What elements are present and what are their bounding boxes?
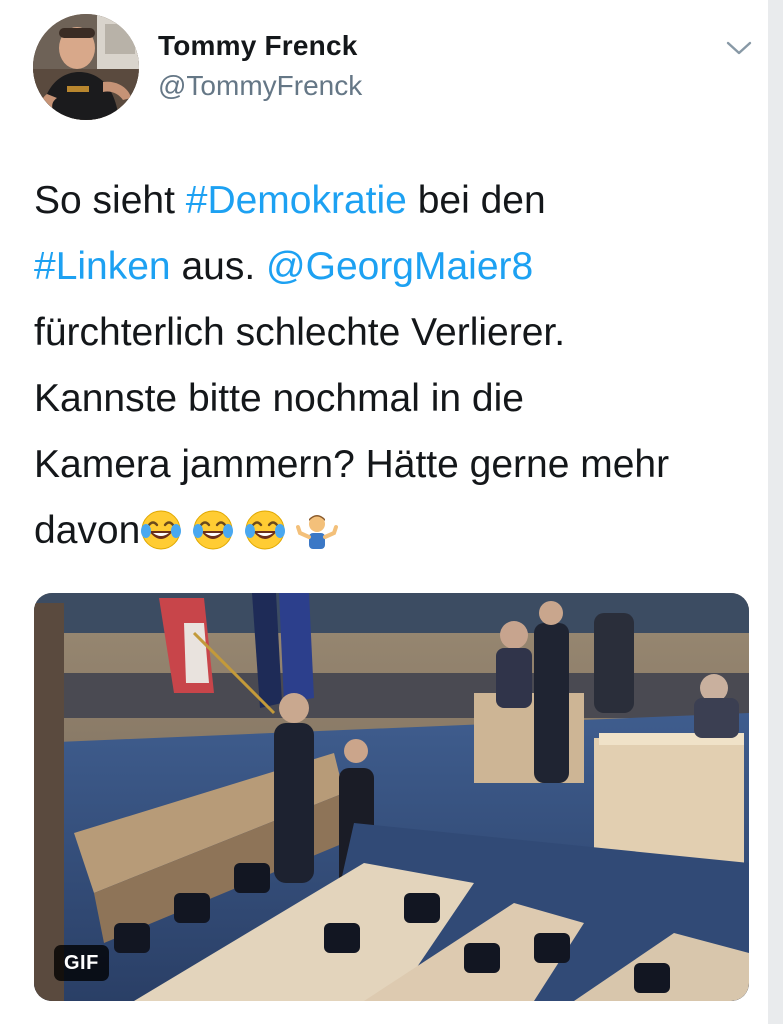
mention-link[interactable]: @GeorgMaier8 [266, 245, 533, 288]
author-name[interactable]: Tommy Frenck [158, 30, 358, 62]
hashtag-link[interactable]: #Demokratie [186, 179, 407, 222]
face-with-tears-of-joy-icon [244, 506, 286, 550]
tweet-text-segment: davon [34, 509, 141, 552]
face-with-tears-of-joy-icon [140, 506, 182, 550]
tweet-text-line: Kamera jammern? Hätte gerne mehr [34, 432, 759, 498]
tweet-text-segment: fürchterlich schlechte Verlierer. [34, 311, 566, 354]
hashtag-link[interactable]: #Linken [34, 245, 171, 288]
gif-badge: GIF [54, 945, 109, 981]
tweet-text-line: fürchterlich schlechte Verlierer. [34, 300, 759, 366]
tweet-text-segment: So sieht [34, 179, 186, 222]
tweet-text-line: davon [34, 498, 759, 564]
tweet-text-segment: Kamera jammern? Hätte gerne mehr [34, 443, 670, 486]
gif-frame-image [34, 593, 749, 1001]
avatar[interactable] [33, 14, 139, 120]
tweet-text-line: #Linken aus. @GeorgMaier8 [34, 234, 759, 300]
tweet-text-segment: aus. [170, 245, 267, 288]
chevron-down-icon[interactable] [724, 36, 754, 60]
author-handle[interactable]: @TommyFrenck [158, 70, 362, 102]
scrollbar-edge [768, 0, 783, 1024]
tweet-card: Tommy Frenck @TommyFrenck So sieht #Demo… [0, 0, 768, 1024]
face-with-tears-of-joy-icon [192, 506, 234, 550]
tweet-media-gif[interactable] [34, 593, 749, 1001]
tweet-text-line: Kannste bitte nochmal in die [34, 366, 759, 432]
person-shrugging-icon [296, 506, 339, 549]
tweet-text-line: So sieht #Demokratie bei den [34, 168, 759, 234]
tweet-text-segment: Kannste bitte nochmal in die [34, 377, 524, 420]
tweet-text-segment: bei den [406, 179, 546, 222]
tweet-text: So sieht #Demokratie bei den #Linken aus.… [34, 168, 759, 564]
